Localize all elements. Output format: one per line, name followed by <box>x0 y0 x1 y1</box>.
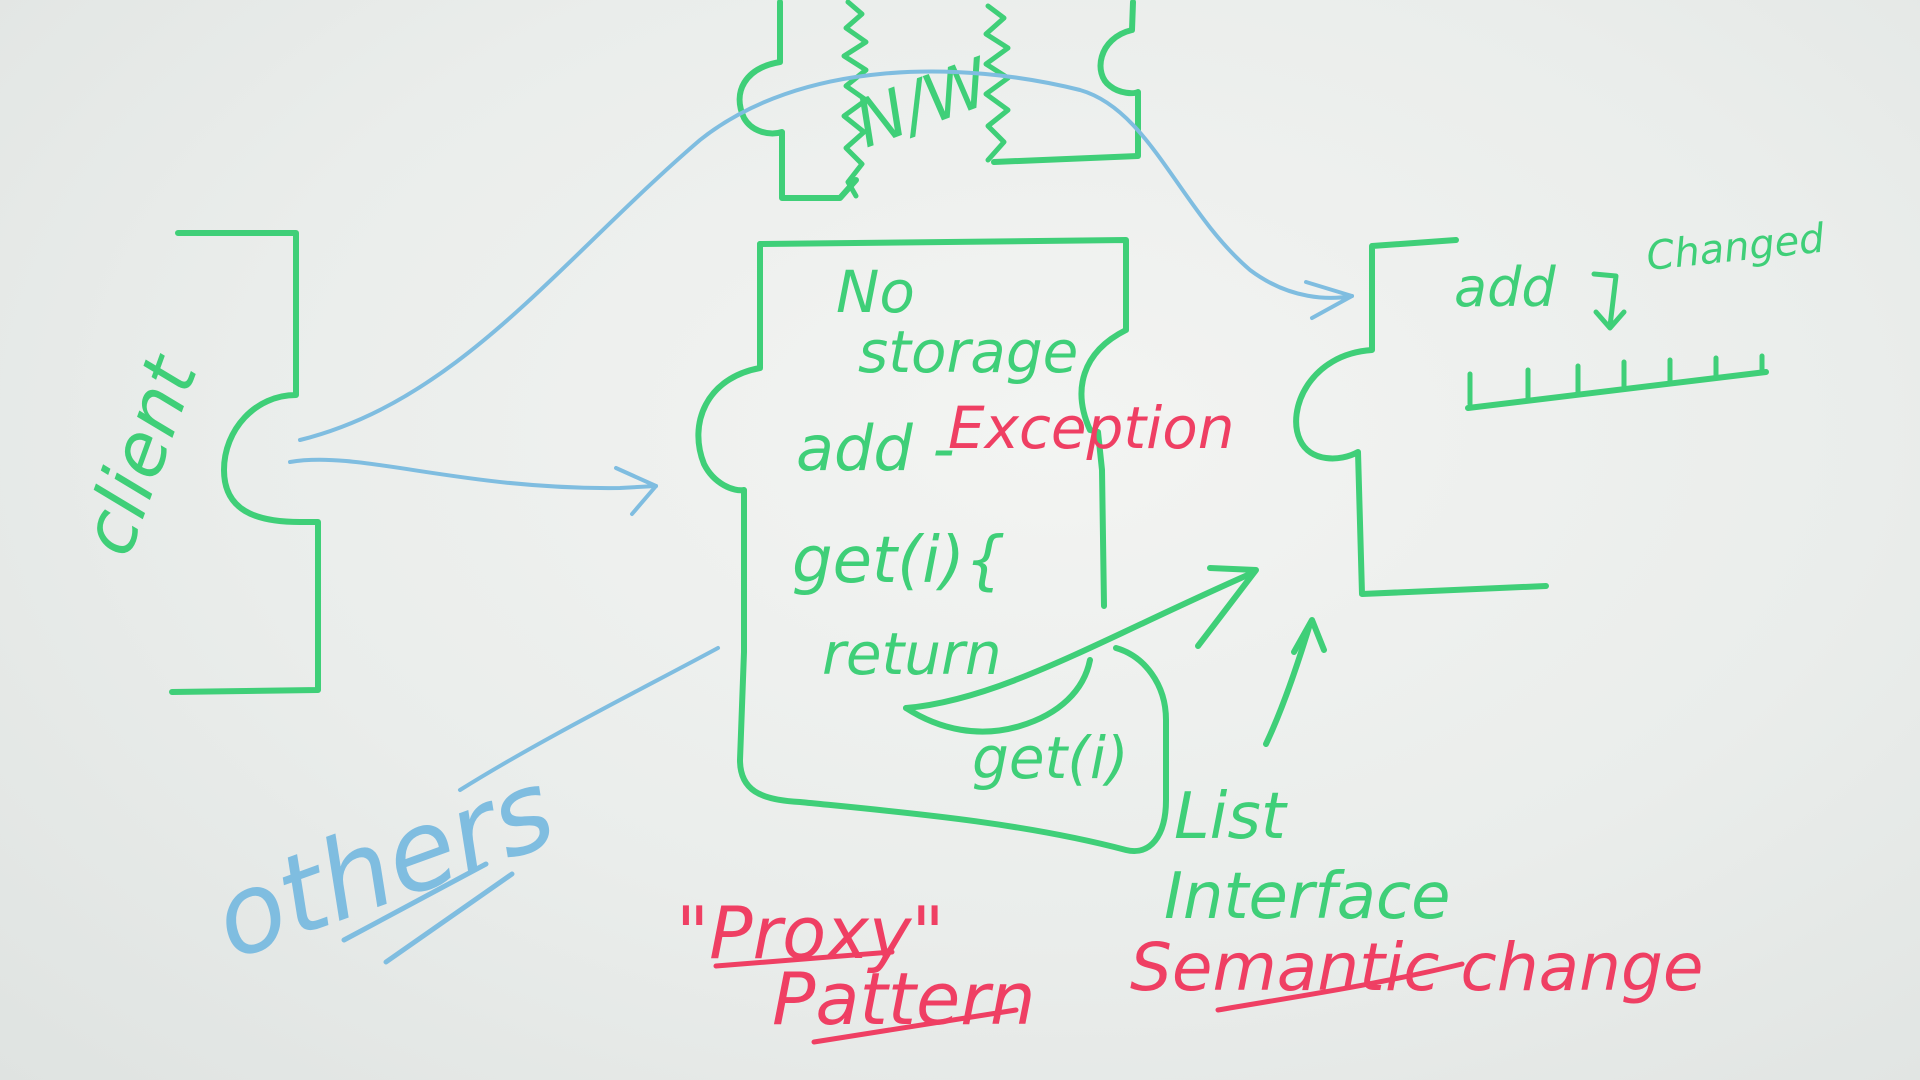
add-right-label: add <box>1454 256 1556 319</box>
exception-label: Exception <box>948 394 1234 462</box>
network-label: N/W <box>845 43 1003 163</box>
get-i-label: get(i){ <box>792 524 1006 598</box>
others-label: others <box>197 744 570 984</box>
add-label: add - <box>796 412 955 485</box>
return-label: return <box>822 620 1002 688</box>
whiteboard: client N/W No storage add - Exception ge… <box>0 0 1920 1080</box>
changed-label: Changed <box>1644 215 1827 279</box>
no-label: No <box>836 258 915 326</box>
whiteboard-drawing: client N/W No storage add - Exception ge… <box>64 0 1827 1045</box>
client-label: client <box>64 343 215 566</box>
inner-get-i-label: get(i) <box>972 724 1129 792</box>
storage-label: storage <box>858 318 1078 386</box>
semantic-change-label: Semantic change <box>1130 929 1703 1006</box>
interface-label: Interface <box>1164 860 1451 934</box>
list-label: List <box>1174 780 1289 854</box>
